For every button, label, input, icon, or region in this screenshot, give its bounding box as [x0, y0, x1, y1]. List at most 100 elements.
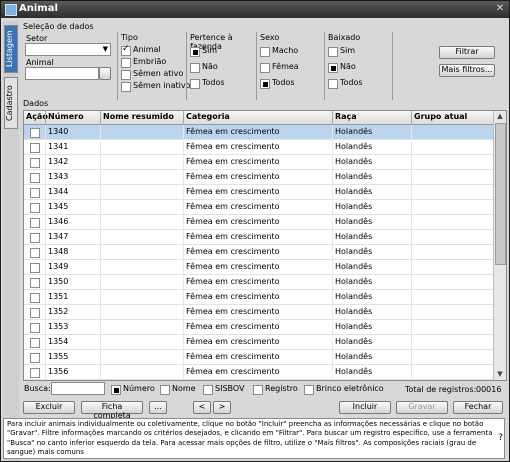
- column-header-grupo[interactable]: Grupo atual: [414, 112, 467, 121]
- table-row[interactable]: 1355 Fêmea em crescimento Holandês: [24, 350, 494, 365]
- gravar-button[interactable]: Gravar: [396, 401, 448, 414]
- radio[interactable]: [190, 79, 200, 89]
- mais-filtros-label: Mais filtros...: [441, 65, 493, 74]
- row-action-checkbox[interactable]: [30, 308, 40, 318]
- tab-listagem[interactable]: Listagem: [4, 25, 18, 73]
- row-action-checkbox[interactable]: [30, 338, 40, 348]
- row-action-checkbox[interactable]: [30, 263, 40, 273]
- previous-button[interactable]: <: [193, 401, 211, 414]
- radio[interactable]: [203, 385, 213, 395]
- ficha-completa-button[interactable]: Ficha completa: [81, 401, 143, 420]
- next-button[interactable]: >: [213, 401, 231, 414]
- cell-separator: [100, 275, 101, 290]
- table-row[interactable]: 1356 Fêmea em crescimento Holandês: [24, 365, 494, 380]
- cell-separator: [332, 230, 333, 245]
- table-row[interactable]: 1343 Fêmea em crescimento Holandês: [24, 170, 494, 185]
- incluir-button[interactable]: Incluir: [339, 401, 391, 414]
- row-action-checkbox[interactable]: [30, 173, 40, 183]
- row-action-checkbox[interactable]: [30, 293, 40, 303]
- help-icon[interactable]: ?: [498, 433, 503, 443]
- side-tabs: Listagem Cadastro: [3, 21, 19, 461]
- row-action-checkbox[interactable]: [30, 203, 40, 213]
- table-row[interactable]: 1341 Fêmea em crescimento Holandês: [24, 140, 494, 155]
- table-row[interactable]: 1347 Fêmea em crescimento Holandês: [24, 230, 494, 245]
- cell-separator: [332, 155, 333, 170]
- scroll-down-icon[interactable]: ▼: [494, 369, 506, 380]
- table-row[interactable]: 1342 Fêmea em crescimento Holandês: [24, 155, 494, 170]
- cell-separator: [183, 275, 184, 290]
- row-action-checkbox[interactable]: [30, 353, 40, 363]
- scrollbar-thumb[interactable]: [495, 123, 506, 265]
- checkbox[interactable]: [121, 82, 131, 92]
- radio[interactable]: [328, 63, 338, 73]
- row-action-checkbox[interactable]: [30, 368, 40, 378]
- cell-separator: [100, 305, 101, 320]
- cell-numero: 1347: [48, 232, 69, 241]
- setor-select[interactable]: ▼: [25, 43, 111, 56]
- tab-cadastro[interactable]: Cadastro: [4, 77, 18, 129]
- column-header-numero[interactable]: Número: [48, 112, 84, 121]
- table-row[interactable]: 1344 Fêmea em crescimento Holandês: [24, 185, 494, 200]
- table-row[interactable]: 1349 Fêmea em crescimento Holandês: [24, 260, 494, 275]
- blank-button[interactable]: ...: [149, 401, 167, 414]
- cell-numero: 1353: [48, 322, 69, 331]
- filtrar-button[interactable]: Filtrar: [439, 46, 495, 59]
- table-row[interactable]: 1352 Fêmea em crescimento Holandês: [24, 305, 494, 320]
- cell-numero: 1355: [48, 352, 69, 361]
- checkbox[interactable]: [121, 58, 131, 68]
- grid-scrollbar[interactable]: ▲ ▼: [493, 111, 506, 380]
- radio[interactable]: [190, 47, 200, 57]
- row-action-checkbox[interactable]: [30, 218, 40, 228]
- checkbox[interactable]: [121, 70, 131, 80]
- row-action-checkbox[interactable]: [30, 323, 40, 333]
- cell-separator: [100, 365, 101, 380]
- cell-separator: [332, 305, 333, 320]
- cell-numero: 1348: [48, 247, 69, 256]
- scroll-up-icon[interactable]: ▲: [494, 111, 506, 122]
- column-header-categoria[interactable]: Categoria: [186, 112, 230, 121]
- cell-separator: [45, 350, 46, 365]
- animal-input[interactable]: [25, 67, 99, 80]
- table-row[interactable]: 1346 Fêmea em crescimento Holandês: [24, 215, 494, 230]
- table-row[interactable]: 1354 Fêmea em crescimento Holandês: [24, 335, 494, 350]
- mais-filtros-button[interactable]: Mais filtros...: [439, 64, 495, 77]
- cell-separator: [45, 215, 46, 230]
- column-header-nome[interactable]: Nome resumido: [103, 112, 174, 121]
- pertence-title: Pertence à fazenda: [190, 33, 233, 51]
- row-action-checkbox[interactable]: [30, 158, 40, 168]
- total-records-value: 00016: [476, 385, 502, 394]
- table-row[interactable]: 1340 Fêmea em crescimento Holandês: [24, 125, 494, 140]
- table-row[interactable]: 1348 Fêmea em crescimento Holandês: [24, 245, 494, 260]
- column-header-raca[interactable]: Raça: [335, 112, 357, 121]
- radio[interactable]: [328, 47, 338, 57]
- row-action-checkbox[interactable]: [30, 143, 40, 153]
- row-action-checkbox[interactable]: [30, 233, 40, 243]
- radio[interactable]: [260, 63, 270, 73]
- row-action-checkbox[interactable]: [30, 188, 40, 198]
- row-action-checkbox[interactable]: [30, 248, 40, 258]
- radio[interactable]: [260, 47, 270, 57]
- search-input[interactable]: [51, 382, 105, 395]
- animal-lookup-button[interactable]: [99, 67, 111, 80]
- radio[interactable]: [190, 63, 200, 73]
- radio[interactable]: [328, 79, 338, 89]
- table-row[interactable]: 1351 Fêmea em crescimento Holandês: [24, 290, 494, 305]
- row-action-checkbox[interactable]: [30, 128, 40, 138]
- checkbox[interactable]: [121, 44, 131, 56]
- excluir-button[interactable]: Excluir: [23, 401, 75, 414]
- cell-separator: [45, 290, 46, 305]
- row-action-checkbox[interactable]: [30, 278, 40, 288]
- cell-categoria: Fêmea em crescimento: [186, 187, 280, 196]
- table-row[interactable]: 1353 Fêmea em crescimento Holandês: [24, 320, 494, 335]
- radio[interactable]: [111, 385, 121, 395]
- table-row[interactable]: 1345 Fêmea em crescimento Holandês: [24, 200, 494, 215]
- radio[interactable]: [304, 385, 314, 395]
- radio[interactable]: [253, 385, 263, 395]
- cell-separator: [411, 350, 412, 365]
- cell-numero: 1356: [48, 367, 69, 376]
- radio[interactable]: [160, 385, 170, 395]
- radio[interactable]: [260, 79, 270, 89]
- close-icon[interactable]: ✕: [495, 4, 505, 14]
- fechar-button[interactable]: Fechar: [453, 401, 503, 414]
- table-row[interactable]: 1350 Fêmea em crescimento Holandês: [24, 275, 494, 290]
